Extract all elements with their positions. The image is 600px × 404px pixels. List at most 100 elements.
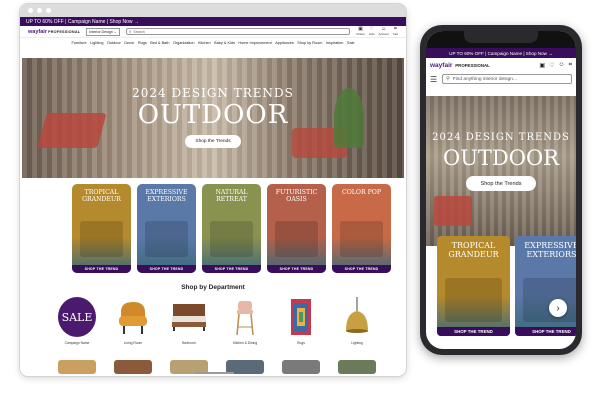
mobile-shop-trends-button[interactable]: Shop the Trends [466,176,536,191]
sofa2-thumbnail[interactable] [338,360,376,374]
window-dot-close[interactable] [28,8,33,13]
mobile-hero-title: OUTDOOR [442,146,559,170]
search-placeholder: Find anything interior design... [452,76,517,82]
hero-title: OUTDOOR [137,100,289,130]
heart-icon[interactable]: ♡ [549,62,554,69]
header-icons: ▣ Orders ♡ Lists ☺ Account ⌗ Cart [356,27,398,37]
trend-image [523,278,576,322]
department-rugs[interactable]: Rugs [282,297,320,345]
department-campaign[interactable]: SALE Campaign Name [58,297,96,345]
department-label: Bedroom [182,341,196,345]
hamburger-menu-icon[interactable]: ☰ [430,75,437,84]
pendant-lamp-image [338,297,376,337]
shop-the-trend-button[interactable]: SHOP THE TREND [332,265,391,273]
category-link-sale[interactable]: Sale [347,41,355,45]
trade-selector[interactable]: Interior Design ⌄ [86,27,120,36]
shop-the-trend-button[interactable]: SHOP THE TREND [72,265,131,273]
shop-the-trend-button[interactable]: SHOP THE TREND [515,327,576,336]
trend-title: COLOR POP [341,189,381,196]
department-lighting[interactable]: Lighting [338,297,376,345]
chevron-right-icon: › [556,302,560,314]
account-button[interactable]: ☺ Account [379,27,389,37]
phone-mockup: UP TO 60% OFF | Campaign Name | Shop Now… [420,25,582,355]
shop-trends-button[interactable]: Shop the Trends [185,135,241,148]
department-label: Lighting [351,341,363,345]
search-placeholder: Search [133,29,145,34]
category-link-organization[interactable]: Organization [173,41,195,45]
trend-card-color-pop[interactable]: COLOR POP SHOP THE TREND [332,184,391,273]
site-header: wayfairPROFESSIONAL Interior Design ⌄ ⚲ … [20,26,406,38]
trend-card-expressive-exteriors[interactable]: EXPRESSIVE EXTERIORS SHOP THE TREND [137,184,196,273]
trend-card-natural-retreat[interactable]: NATURAL RETREAT SHOP THE TREND [202,184,261,273]
category-link-lighting[interactable]: Lighting [90,41,103,45]
category-link-rugs[interactable]: Rugs [138,41,147,45]
window-dot-minimize[interactable] [37,8,42,13]
hero-banner[interactable]: 2024 DESIGN TRENDS OUTDOOR Shop the Tren… [22,58,404,178]
mirror-thumbnail[interactable] [58,360,96,374]
icon-label: Cart [392,32,398,36]
department-label: Rugs [297,341,305,345]
cabinet-thumbnail[interactable] [114,360,152,374]
account-icon[interactable]: ☺ [558,62,564,69]
pillow-thumbnail[interactable] [282,360,320,374]
mobile-hero-banner[interactable]: 2024 DESIGN TRENDS OUTDOOR Shop the Tren… [426,96,576,246]
department-label: Living Room [123,341,143,345]
department-living-room[interactable]: Living Room [114,297,152,345]
shop-the-trend-button[interactable]: SHOP THE TREND [437,327,510,336]
trend-image [210,221,253,257]
trend-title: NATURAL RETREAT [215,189,248,203]
bed-image [170,297,208,337]
horizontal-scroll-indicator[interactable] [194,372,234,374]
armchair-image [114,297,152,337]
wayfair-logo[interactable]: wayfairPROFESSIONAL [28,29,80,35]
category-link-home-improvement[interactable]: Home Improvement [238,41,271,45]
shop-by-department-heading: Shop by Department [181,284,245,291]
trend-card-tropical-grandeur[interactable]: TROPICAL GRANDEUR SHOP THE TREND [72,184,131,273]
category-link-appliances[interactable]: Appliances [275,41,294,45]
cart-icon[interactable]: ⌗ [569,62,572,69]
category-link-outdoor[interactable]: Outdoor [107,41,121,45]
promo-banner[interactable]: UP TO 60% OFF | Campaign Name | Shop Now… [20,17,406,26]
trend-title: TROPICAL GRANDEUR [448,241,499,259]
lists-button[interactable]: ♡ Lists [369,27,375,37]
category-link-furniture[interactable]: Furniture [71,41,86,45]
trend-title: FUTURISTIC OASIS [275,189,318,203]
category-link-shop-by-room[interactable]: Shop by Room [297,41,322,45]
department-image: SALE [58,297,96,337]
orders-button[interactable]: ▣ Orders [356,27,365,37]
trend-image [340,221,383,257]
carousel-next-button[interactable]: › [549,299,567,317]
orders-icon[interactable]: ▣ [539,62,545,69]
barstool-image [226,297,264,337]
patio-chair-image [434,196,472,226]
trend-card-futuristic-oasis[interactable]: FUTURISTIC OASIS SHOP THE TREND [267,184,326,273]
trend-title: EXPRESSIVE EXTERIORS [145,189,188,203]
category-link-baby-kids[interactable]: Baby & Kids [214,41,235,45]
cart-button[interactable]: ⌗ Cart [392,27,398,37]
mobile-promo-banner[interactable]: UP TO 60% OFF | Campaign Name | Shop Now… [426,48,576,58]
mobile-wayfair-logo[interactable]: wayfair PROFESSIONAL [430,62,490,69]
department-label: Kitchen & Dining [232,341,258,345]
department-bedroom[interactable]: Bedroom [170,297,208,345]
category-link-bed-bath[interactable]: Bed & Bath [150,41,169,45]
trend-image [80,221,123,257]
shop-the-trend-button[interactable]: SHOP THE TREND [202,265,261,273]
mobile-trend-cards: TROPICAL GRANDEUR SHOP THE TREND EXPRESSIV… [437,236,576,336]
trend-card-expressive-exteriors[interactable]: EXPRESSIVE EXTERIORS SHOP THE TREND [515,236,576,336]
shop-the-trend-button[interactable]: SHOP THE TREND [137,265,196,273]
category-link-decor[interactable]: Decor [124,41,134,45]
phone-notch [464,31,538,43]
phone-status-bar: UP TO 60% OFF | Campaign Name | Shop Now… [426,31,576,58]
category-link-inspiration[interactable]: Inspiration [326,41,344,45]
department-row: SALE Campaign Name Living Room Bedroom K… [58,297,376,345]
window-dot-maximize[interactable] [46,8,51,13]
department-kitchen-dining[interactable]: Kitchen & Dining [226,297,264,345]
mobile-hero-subtitle: 2024 DESIGN TRENDS [432,132,570,143]
category-link-kitchen[interactable]: Kitchen [198,41,211,45]
search-input[interactable]: ⚲ Search [125,28,351,35]
hero-subtitle: 2024 DESIGN TRENDS [132,86,294,100]
sale-badge: SALE [58,297,96,337]
trend-card-tropical-grandeur[interactable]: TROPICAL GRANDEUR SHOP THE TREND [437,236,510,336]
mobile-search-input[interactable]: ⚲ Find anything interior design... [442,74,572,84]
shop-the-trend-button[interactable]: SHOP THE TREND [267,265,326,273]
